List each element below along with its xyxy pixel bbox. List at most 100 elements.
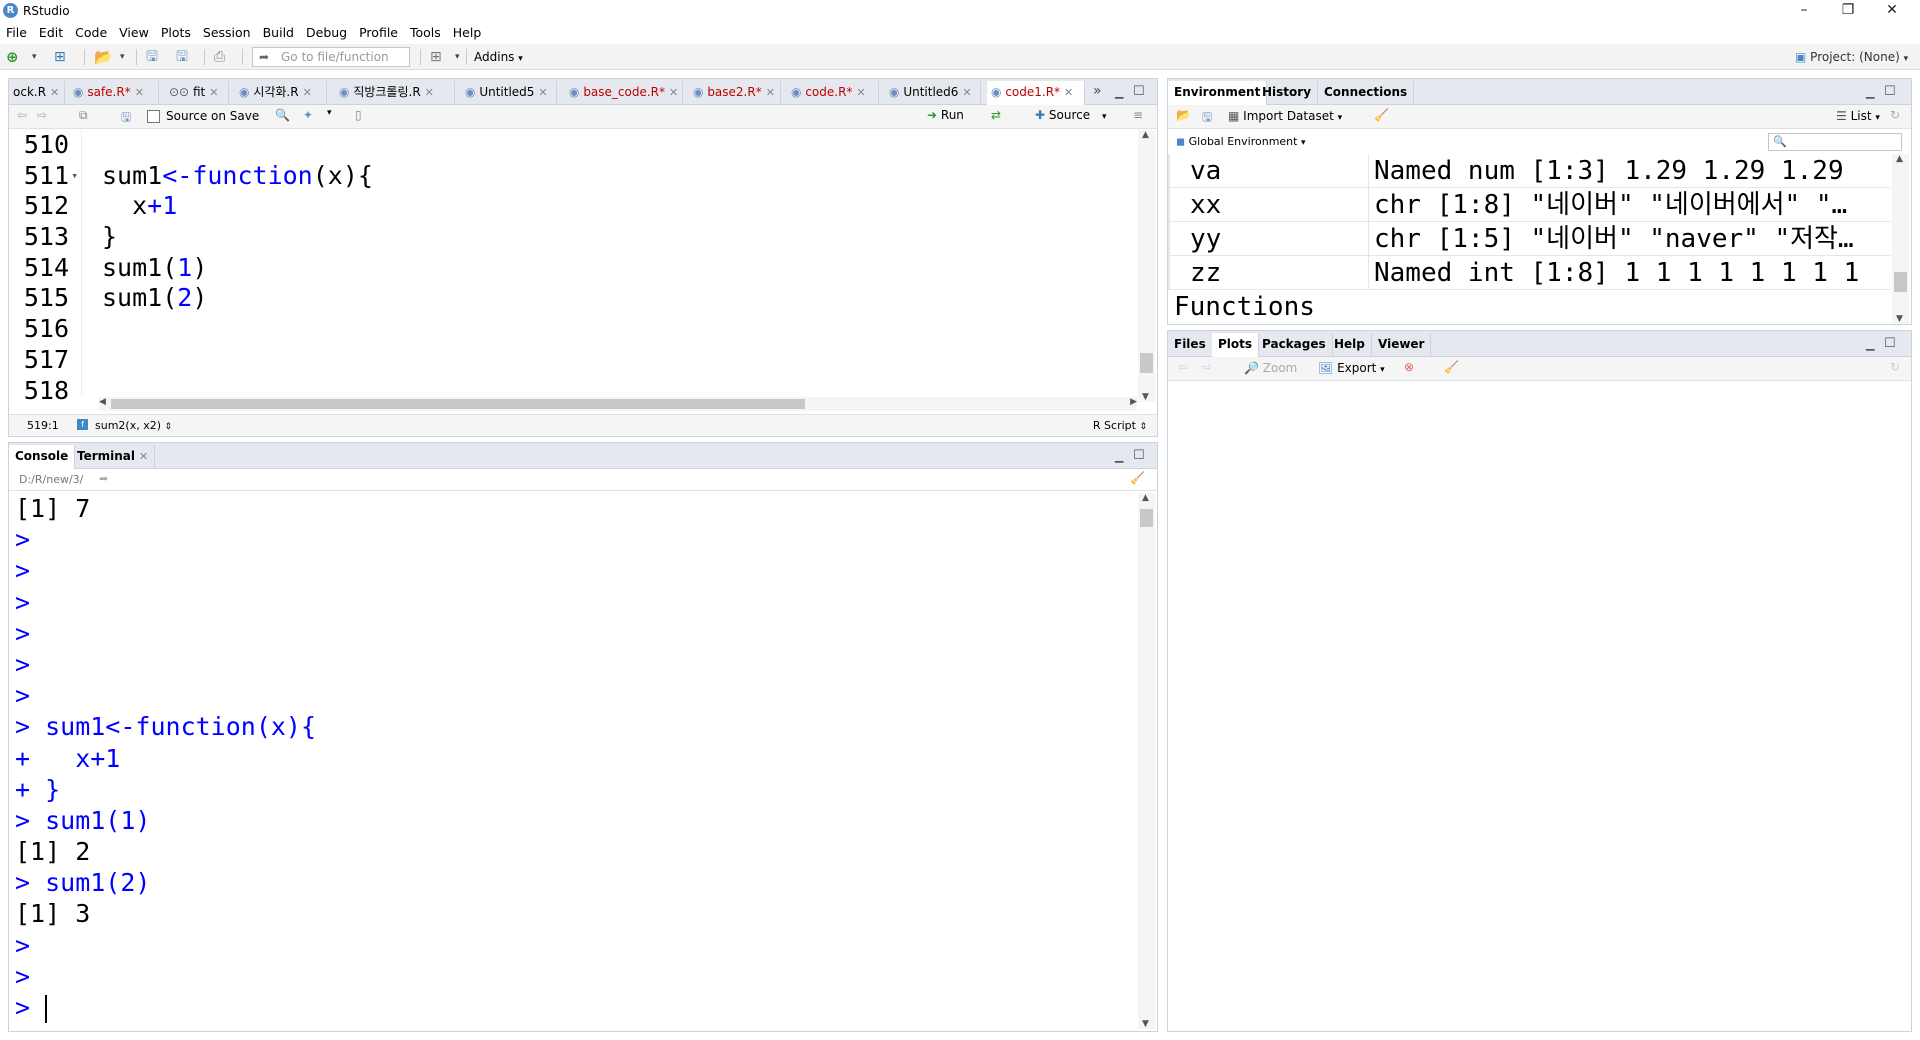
import-dataset-button[interactable]: ▦ Import Dataset ▾: [1228, 109, 1342, 123]
save-file-icon[interactable]: 🖫: [121, 108, 131, 129]
show-in-window-icon[interactable]: ⧉: [79, 108, 88, 123]
run-button[interactable]: ➜ Run: [927, 108, 964, 122]
tab-plots[interactable]: Plots: [1212, 333, 1260, 357]
restore-window-button[interactable]: ❐: [1826, 0, 1870, 22]
compile-report-icon[interactable]: ▯: [355, 108, 362, 122]
maximize-pane-icon[interactable]: ☐: [1133, 84, 1145, 99]
clear-workspace-broom-icon[interactable]: 🧹: [1374, 108, 1389, 122]
clear-plots-broom-icon[interactable]: 🧹: [1444, 360, 1459, 374]
rerun-icon[interactable]: ⇄: [991, 108, 1001, 122]
environment-search-input[interactable]: 🔍: [1768, 133, 1902, 151]
minimize-pane-icon[interactable]: ▁: [1115, 450, 1123, 463]
remove-plot-icon[interactable]: ⊗: [1404, 360, 1414, 374]
menu-build[interactable]: Build: [257, 22, 300, 44]
back-arrow-icon[interactable]: ⇦: [17, 108, 27, 122]
minimize-pane-icon[interactable]: ▁: [1866, 338, 1874, 351]
minimize-pane-icon[interactable]: ▁: [1115, 86, 1123, 99]
environment-scrollbar[interactable]: ▲ ▼: [1892, 154, 1909, 324]
new-file-icon[interactable]: ⊕: [6, 48, 19, 66]
file-type-selector[interactable]: R Script ⇕: [1093, 419, 1147, 432]
addins-button[interactable]: Addins ▾: [474, 48, 523, 66]
clear-console-broom-icon[interactable]: 🧹: [1130, 471, 1145, 485]
tab-console[interactable]: Console: [9, 445, 76, 469]
zoom-button[interactable]: 🔎 Zoom: [1244, 361, 1297, 375]
view-mode-selector[interactable]: ☰ List ▾: [1836, 109, 1880, 123]
source-button[interactable]: ✚ Source ▾: [1035, 108, 1106, 122]
export-button[interactable]: 🖼 Export ▾: [1318, 361, 1385, 375]
maximize-pane-icon[interactable]: ☐: [1884, 336, 1896, 351]
minimize-pane-icon[interactable]: ▁: [1866, 86, 1874, 99]
env-row-zz[interactable]: zz Named int [1:8] 1 1 1 1 1 1 1 1: [1168, 256, 1891, 290]
open-recent-dropdown-icon[interactable]: ▾: [120, 48, 125, 66]
editor-tab-untitled5[interactable]: ◉ Untitled5 ✕: [461, 81, 557, 104]
code-tools-dropdown-icon[interactable]: ▾: [327, 108, 332, 118]
menu-view[interactable]: View: [113, 22, 155, 44]
tab-terminal[interactable]: Terminal ✕: [71, 445, 156, 468]
open-file-icon[interactable]: 📂: [94, 48, 113, 66]
editor-tab-base-code[interactable]: ◉ base_code.R* ✕: [565, 81, 683, 104]
editor-tab-fit[interactable]: ⊙⊙ fit ✕: [165, 81, 229, 104]
menu-help[interactable]: Help: [447, 22, 488, 44]
environment-scope-selector[interactable]: ◼ Global Environment ▾: [1176, 135, 1306, 148]
console-vertical-scrollbar[interactable]: ▲ ▼: [1138, 493, 1155, 1029]
editor-tab-visualization[interactable]: ◉ 시각화.R ✕: [235, 81, 327, 104]
fold-icon[interactable]: ▾: [71, 161, 77, 192]
project-menu[interactable]: ▣ Project: (None) ▾: [1795, 48, 1908, 66]
env-row-va[interactable]: va Named num [1:3] 1.29 1.29 1.29: [1168, 154, 1891, 188]
menu-debug[interactable]: Debug: [300, 22, 353, 44]
layout-dropdown-icon[interactable]: ▾: [455, 48, 460, 66]
editor-tab-base2[interactable]: ◉ base2.R* ✕: [689, 81, 781, 104]
previous-plot-icon[interactable]: ⇦: [1178, 360, 1188, 374]
save-workspace-icon[interactable]: 🖫: [1202, 108, 1212, 129]
source-on-save-checkbox[interactable]: [147, 110, 160, 123]
editor-tab-safe[interactable]: ◉ safe.R* ✕: [69, 81, 159, 104]
menu-edit[interactable]: Edit: [33, 22, 69, 44]
editor-tab-code[interactable]: ◉ code.R* ✕: [787, 81, 879, 104]
load-workspace-icon[interactable]: 📂: [1176, 108, 1191, 122]
editor-horizontal-scrollbar[interactable]: ◀ ▶: [99, 397, 1137, 411]
next-plot-icon[interactable]: ⇨: [1202, 360, 1212, 374]
editor-tab-crawling[interactable]: ◉ 직방크롤링.R ✕: [335, 81, 455, 104]
function-navigator[interactable]: sum2(x, x2) ⇕: [95, 419, 172, 432]
refresh-icon[interactable]: ↻: [1890, 360, 1900, 374]
go-to-file-input[interactable]: ➦ Go to file/function: [252, 47, 410, 67]
maximize-pane-icon[interactable]: ☐: [1884, 84, 1896, 99]
menu-tools[interactable]: Tools: [404, 22, 447, 44]
go-to-directory-icon[interactable]: ➦: [99, 472, 108, 485]
tab-files[interactable]: Files: [1168, 333, 1213, 356]
minimize-window-button[interactable]: –: [1782, 0, 1826, 22]
tab-environment[interactable]: Environment: [1168, 81, 1268, 105]
tab-packages[interactable]: Packages: [1256, 333, 1333, 356]
menu-plots[interactable]: Plots: [155, 22, 197, 44]
tab-connections[interactable]: Connections: [1318, 81, 1415, 104]
tab-viewer[interactable]: Viewer: [1372, 333, 1432, 356]
editor-tab-code1[interactable]: ◉ code1.R* ✕: [987, 81, 1085, 105]
tab-history[interactable]: History: [1256, 81, 1319, 104]
code-area[interactable]: sum1<-function(x){ x+1 } sum1(1) sum1(2): [81, 130, 1139, 395]
env-row-xx[interactable]: xx chr [1:8] "네이버" "네이버에서" "…: [1168, 188, 1891, 222]
forward-arrow-icon[interactable]: ⇨: [37, 108, 47, 122]
console-input-line[interactable]: >: [15, 992, 1133, 1023]
menu-session[interactable]: Session: [197, 22, 257, 44]
new-project-icon[interactable]: ⊞: [54, 48, 66, 66]
save-icon[interactable]: 🖫: [146, 48, 158, 66]
outline-icon[interactable]: ≡: [1133, 108, 1143, 122]
env-row-yy[interactable]: yy chr [1:5] "네이버" "naver" "저작…: [1168, 222, 1891, 256]
new-file-dropdown-icon[interactable]: ▾: [32, 48, 37, 66]
code-tools-wand-icon[interactable]: ✦: [303, 108, 313, 122]
menu-profile[interactable]: Profile: [353, 22, 404, 44]
refresh-icon[interactable]: ↻: [1890, 108, 1900, 122]
menu-file[interactable]: File: [0, 22, 33, 44]
grid-layout-icon[interactable]: ⊞: [430, 48, 442, 66]
tab-help[interactable]: Help: [1328, 333, 1372, 356]
maximize-pane-icon[interactable]: ☐: [1133, 448, 1145, 463]
save-all-icon[interactable]: 🖫: [176, 48, 188, 66]
menu-code[interactable]: Code: [69, 22, 113, 44]
editor-vertical-scrollbar[interactable]: ▲ ▼: [1138, 130, 1155, 402]
console-output[interactable]: [1] 7 > > > > > > > sum1<-function(x){ +…: [15, 493, 1133, 1029]
editor-tab-untitled6[interactable]: ◉ Untitled6 ✕: [885, 81, 981, 104]
close-window-button[interactable]: ✕: [1870, 0, 1914, 22]
editor-tab-ock[interactable]: ock.R ✕: [9, 81, 65, 104]
print-icon[interactable]: ⎙: [214, 48, 225, 66]
find-icon[interactable]: 🔍: [275, 108, 290, 122]
